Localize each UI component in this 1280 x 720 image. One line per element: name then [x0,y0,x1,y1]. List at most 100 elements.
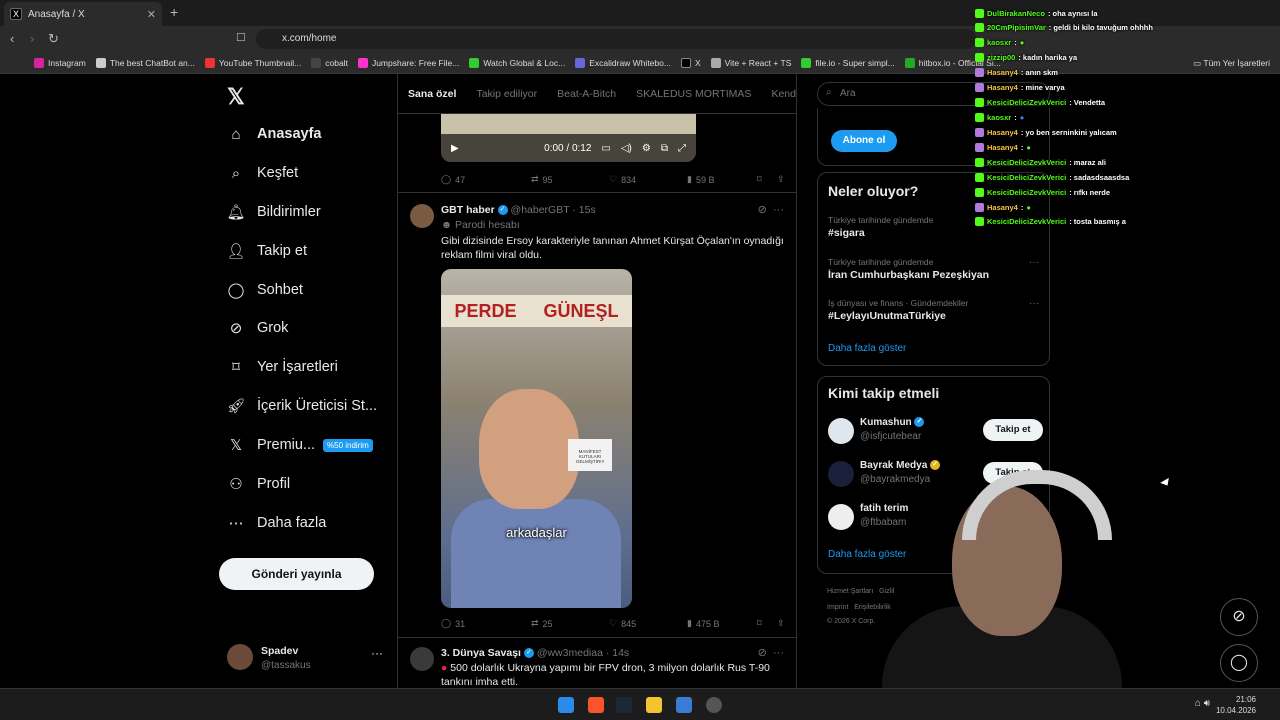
windows-start-icon[interactable] [558,697,574,713]
trend-name[interactable]: #LeylayıUnutmaTürkiye [828,310,946,322]
nav-item-explore[interactable]: ⌕ Keşfet [227,158,298,188]
brave-icon[interactable] [588,697,604,713]
repost-button[interactable]: ⇄ 95 [531,174,609,185]
chat-user: KesiciDeliciZevkVerici [987,216,1067,226]
nav-item-grok[interactable]: ⊘ Grok [227,313,289,343]
nav-item-notifications[interactable]: 🔔︎ Bildirimler [226,197,320,227]
settings-icon[interactable]: ⚙ [642,143,651,154]
account-switcher[interactable]: Spadev @tassakus ··· [227,642,387,678]
repost-button[interactable]: ⇄ 25 [531,618,609,629]
like-button[interactable]: ♡ 845 [609,618,687,629]
bookmark-icon[interactable]: ⌑ [757,174,777,185]
author-name[interactable]: 3. Dünya Savaşı [441,647,521,659]
new-tab-icon[interactable]: + [170,4,178,20]
volume-icon[interactable]: ◁) [621,143,632,154]
nav-item-home[interactable]: ⌂ Anasayfa [227,119,321,149]
views-button[interactable]: ▮ 475 B [687,618,757,629]
x-logo-icon[interactable]: 𝕏 [227,84,245,110]
show-more-link[interactable]: Daha fazla göster [828,343,906,354]
footer-link[interactable]: Imprint [827,604,848,611]
browser-tab[interactable]: X Anasayfa / X ✕ [4,2,162,26]
close-tab-icon[interactable]: ✕ [147,8,156,21]
more-icon[interactable]: ··· [773,647,784,659]
reply-button[interactable]: ◯ 31 [441,618,531,629]
more-icon[interactable]: ··· [371,646,383,660]
bookmark-item[interactable]: Excalidraw Whitebo... [575,57,671,68]
play-icon[interactable]: ▶ [451,143,459,154]
avatar[interactable] [410,647,434,671]
bookmark-item[interactable]: The best ChatBot an... [95,57,195,68]
follow-suggestion[interactable]: Kumashun ✓ @isfjcutebear Takip et [828,415,1043,449]
chat-fab[interactable]: ◯ [1220,644,1258,682]
app-icon[interactable] [676,697,692,713]
bookmark-item[interactable]: Vite + React + TS [710,57,791,68]
folder-icon[interactable] [646,697,662,713]
tweet-menu[interactable]: ⊘ ··· [758,203,784,216]
forward-icon[interactable]: › [30,31,34,46]
kick-badge-icon [975,112,984,122]
subscribe-button[interactable]: Abone ol [831,130,897,152]
clock[interactable]: 21:06 10.04.2026 [1216,694,1256,716]
trend-name[interactable]: İran Cumhurbaşkanı Pezeşkiyan [828,269,989,281]
obs-icon[interactable] [706,697,722,713]
nav-item-follow[interactable]: 👤︎ Takip et [226,236,307,266]
nav-item-chat[interactable]: ◯ Sohbet [227,275,303,305]
nav-item-creator-studio[interactable]: 🚀︎ İçerik Üreticisi St... [226,391,377,421]
like-button[interactable]: ♡ 834 [609,174,687,185]
bookmark-item[interactable]: Jumpshare: Free File... [357,57,459,68]
grok-fab[interactable]: ⊘ [1220,598,1258,636]
bookmark-page-icon[interactable]: ☐ [236,31,246,44]
chat-message: KesiciDeliciZevkVerici: maraz ali [975,155,1106,169]
follow-button[interactable]: Takip et [983,419,1043,441]
nav-item-bookmarks[interactable]: ⌑ Yer İşaretleri [227,352,338,382]
tab-for-you[interactable]: Sana özel [408,88,456,113]
reload-icon[interactable]: ↻ [48,31,59,47]
video-controls: ▶ 0:00 / 0:12 ▭ ◁) ⚙ ⧉ ⤢ [441,134,696,162]
tweet-time[interactable]: · 15s [572,204,595,216]
author-name[interactable]: GBT haber [441,204,495,216]
chat-message: kaosxr: ● [975,110,1024,124]
more-icon[interactable]: ··· [773,204,784,216]
trend-meta: Türkiye tarihinde gündemde [828,215,934,225]
author-handle[interactable]: @ww3mediaa [537,647,603,659]
tab-following[interactable]: Takip ediliyor [476,88,537,113]
share-icon[interactable]: ⇪ [777,174,785,185]
tab-list[interactable]: Beat-A-Bitch [557,88,616,113]
nav-item-profile[interactable]: ⚇ Profil [227,469,290,499]
more-icon[interactable]: ··· [1029,257,1039,268]
author-handle[interactable]: @haberGBT [511,204,570,216]
fullscreen-icon[interactable]: ⤢ [678,143,686,154]
steam-icon[interactable] [616,697,632,713]
tab-list[interactable]: SKALEDUS MORTIMAS [636,88,751,113]
url-input[interactable]: x.com/home [256,29,976,49]
bookmark-item[interactable]: file.io - Super simpl... [801,57,895,68]
nav-item-premium[interactable]: 𝕏 Premiu... %50 indirim [227,430,373,460]
trend-name[interactable]: #sigara [828,227,865,239]
captions-icon[interactable]: ▭ [601,143,610,154]
sign-text: GÜNEŞL [543,300,619,321]
tab-list[interactable]: Kend [771,88,796,113]
system-tray[interactable]: ⌂ 🔊︎ [1195,698,1210,709]
bookmark-item[interactable]: Instagram [34,57,86,68]
reply-button[interactable]: ◯ 47 [441,174,531,185]
share-icon[interactable]: ⇪ [777,618,785,629]
tweet-video[interactable]: PERDE GÜNEŞL MANİFEST KUTULARI GELMİŞTİR!… [441,269,632,608]
bookmark-item[interactable]: cobalt [311,57,348,68]
grok-icon[interactable]: ⊘ [758,204,767,216]
pip-icon[interactable]: ⧉ [661,143,668,154]
bookmark-item[interactable]: YouTube Thumbnail... [204,57,301,68]
video-player[interactable]: ▶ 0:00 / 0:12 ▭ ◁) ⚙ ⧉ ⤢ [441,114,696,162]
bookmark-icon[interactable]: ⌑ [757,618,777,629]
tweet-menu[interactable]: ⊘ ··· [758,646,784,659]
hitbox-icon [904,57,915,68]
avatar[interactable] [410,204,434,228]
grok-icon[interactable]: ⊘ [758,647,767,659]
tweet-time[interactable]: · 14s [606,647,629,659]
bookmark-item[interactable]: X [680,57,701,68]
post-button[interactable]: Gönderi yayınla [219,558,374,590]
more-icon[interactable]: ··· [1029,298,1039,309]
views-button[interactable]: ▮ 59 B [687,174,757,185]
bookmark-item[interactable]: Watch Global & Loc... [469,57,565,68]
back-icon[interactable]: ‹ [10,31,14,46]
nav-item-more[interactable]: ⋯ Daha fazla [227,508,327,538]
